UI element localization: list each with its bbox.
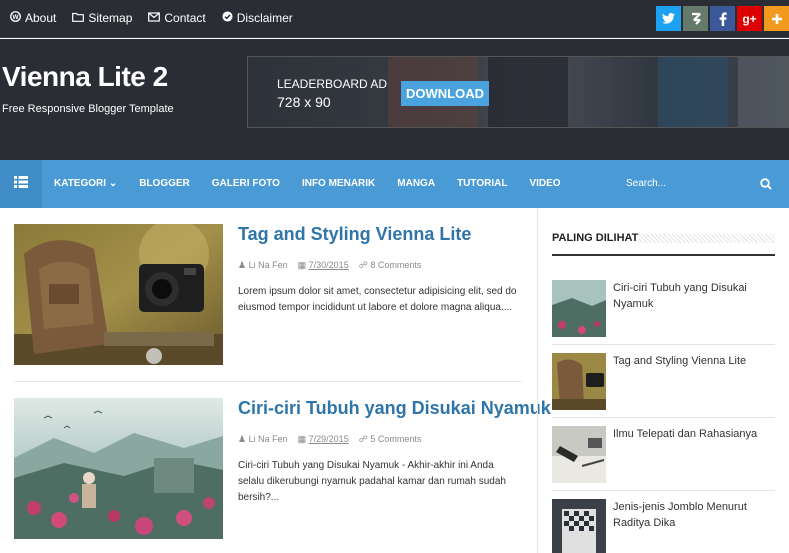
nav-items: KATEGORI ⌄ BLOGGER GALERI FOTO INFO MENA… [54, 178, 561, 189]
popular-post-title[interactable]: Jenis-jenis Jomblo Menurut Raditya Dika [613, 499, 773, 531]
search-icon[interactable] [760, 177, 772, 195]
popular-post-divider [552, 417, 775, 418]
calendar-icon: ▦ [297, 434, 307, 444]
chevron-down-icon: ⌄ [108, 178, 118, 189]
post-title[interactable]: Tag and Styling Vienna Lite [238, 224, 471, 245]
comments-icon: ☍ [358, 260, 368, 270]
top-link-label: Disclaimer [236, 11, 293, 25]
ad-size: 728 x 90 [277, 94, 331, 110]
sidebar-title-stripe [638, 234, 775, 243]
nav-item-blogger[interactable]: BLOGGER [139, 178, 190, 189]
nav-item-kategori[interactable]: KATEGORI ⌄ [54, 178, 117, 189]
post-excerpt: Ciri-ciri Tubuh yang Disukai Nyamuk - Ak… [238, 460, 506, 503]
top-link-disclaimer[interactable]: Disclaimer [222, 11, 293, 25]
ad-overlay [248, 57, 788, 127]
top-link-about[interactable]: W About [10, 11, 56, 25]
facebook-icon[interactable] [710, 6, 735, 31]
leaderboard-ad[interactable]: LEADERBOARD AD 728 x 90 DOWNLOAD [247, 56, 789, 128]
calendar-icon: ▦ [297, 260, 307, 270]
post-title[interactable]: Ciri-ciri Tubuh yang Disukai Nyamuk [238, 398, 551, 419]
check-circle-icon [222, 11, 233, 25]
site-title[interactable]: Vienna Lite 2 [2, 61, 168, 93]
twitter-icon[interactable] [656, 6, 681, 31]
sidebar-title: PALING DILIHAT [552, 232, 639, 244]
top-bar: W About Sitemap Contact Disclaimer g+ [0, 0, 789, 38]
post-comments[interactable]: ☍ 5 Comments [359, 434, 422, 445]
site-header: Vienna Lite 2 Free Responsive Blogger Te… [0, 39, 789, 160]
top-link-label: Sitemap [88, 11, 133, 25]
post-date[interactable]: ▦ 7/30/2015 [298, 260, 349, 271]
menu-button[interactable] [0, 160, 42, 208]
nav-item-galeri-foto[interactable]: GALERI FOTO [212, 178, 280, 189]
nav-item-manga[interactable]: MANGA [397, 178, 435, 189]
post-divider [14, 381, 522, 382]
post-comments-label: 8 Comments [370, 260, 422, 270]
popular-post-thumbnail[interactable] [552, 353, 606, 410]
main-nav: KATEGORI ⌄ BLOGGER GALERI FOTO INFO MENA… [0, 160, 789, 208]
post-excerpt: Lorem ipsum dolor sit amet, consectetur … [238, 286, 517, 313]
post-author[interactable]: ♟ Li Na Fen [238, 434, 288, 445]
addthis-icon[interactable] [764, 6, 789, 31]
post-thumbnail[interactable] [14, 398, 223, 539]
post-author-label: Li Na Fen [248, 434, 288, 444]
popular-post-title[interactable]: Ciri-ciri Tubuh yang Disukai Nyamuk [613, 280, 773, 312]
nav-item-label: KATEGORI [54, 178, 107, 189]
post-author[interactable]: ♟ Li Na Fen [238, 260, 288, 271]
nav-item-tutorial[interactable]: TUTORIAL [457, 178, 507, 189]
google-plus-icon[interactable]: g+ [737, 6, 762, 31]
popular-post-thumbnail[interactable] [552, 280, 606, 337]
post-item: Ciri-ciri Tubuh yang Disukai Nyamuk ♟ Li… [14, 398, 551, 539]
top-link-label: About [25, 11, 57, 25]
ad-label: LEADERBOARD AD [277, 77, 388, 91]
stumbleupon-icon[interactable] [683, 6, 708, 31]
svg-text:W: W [12, 14, 19, 21]
popular-post-title[interactable]: Ilmu Telepati dan Rahasianya [613, 426, 773, 442]
post-date[interactable]: ▦ 7/29/2015 [298, 434, 349, 445]
nav-item-video[interactable]: VIDEO [529, 178, 560, 189]
post-date-label: 7/29/2015 [308, 434, 349, 444]
envelope-icon [148, 11, 161, 25]
popular-post-divider [552, 344, 775, 345]
site-tagline: Free Responsive Blogger Template [2, 103, 174, 115]
popular-post-divider [552, 490, 775, 491]
user-icon: ♟ [238, 434, 247, 444]
sidebar-title-underline [552, 254, 775, 256]
post-comments[interactable]: ☍ 8 Comments [359, 260, 422, 271]
top-link-sitemap[interactable]: Sitemap [72, 11, 132, 25]
top-link-label: Contact [164, 11, 206, 25]
download-button[interactable]: DOWNLOAD [401, 81, 489, 106]
popular-post-thumbnail[interactable] [552, 426, 606, 483]
nav-item-info-menarik[interactable]: INFO MENARIK [302, 178, 375, 189]
comments-icon: ☍ [358, 434, 368, 444]
user-icon: ♟ [238, 260, 247, 270]
wordpress-icon: W [10, 11, 21, 25]
popular-post-title[interactable]: Tag and Styling Vienna Lite [613, 353, 773, 369]
post-author-label: Li Na Fen [248, 260, 288, 270]
popular-post-thumbnail[interactable] [552, 499, 606, 553]
post-meta: ♟ Li Na Fen ▦ 7/29/2015 ☍ 5 Comments [238, 434, 421, 445]
social-buttons: g+ [656, 6, 789, 31]
post-thumbnail[interactable] [14, 224, 223, 365]
post-meta: ♟ Li Na Fen ▦ 7/30/2015 ☍ 8 Comments [238, 260, 421, 271]
top-link-contact[interactable]: Contact [148, 11, 206, 25]
folder-icon [72, 12, 85, 25]
list-icon [14, 175, 28, 193]
post-item: Tag and Styling Vienna Lite ♟ Li Na Fen … [14, 224, 522, 365]
post-comments-label: 5 Comments [370, 434, 422, 444]
post-date-label: 7/30/2015 [308, 260, 349, 270]
sidebar-border [537, 208, 538, 553]
search-input[interactable]: Search... [626, 178, 666, 189]
top-links: W About Sitemap Contact Disclaimer [10, 11, 293, 25]
